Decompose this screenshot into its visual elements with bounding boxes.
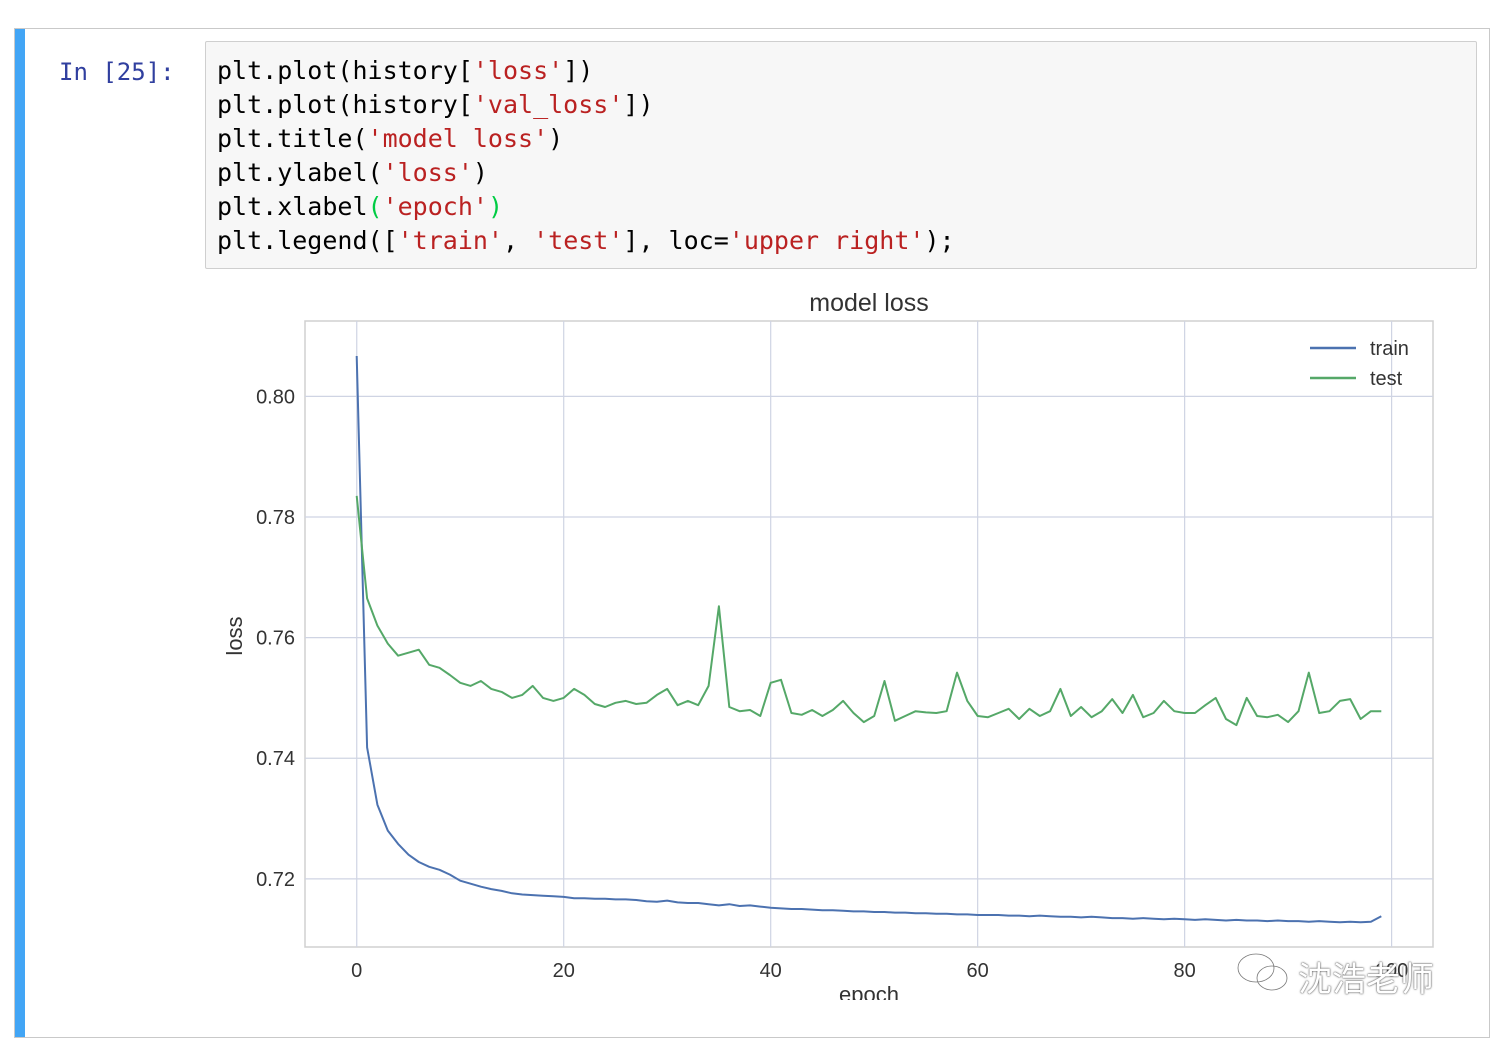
- code-token: ): [487, 192, 503, 221]
- y-tick-label: 0.76: [256, 628, 295, 650]
- code-token: plt.plot(history[: [217, 56, 473, 85]
- code-line: plt.xlabel('epoch'): [217, 190, 1465, 224]
- plot-area: [304, 320, 1434, 948]
- code-line: plt.ylabel('loss'): [217, 156, 1465, 190]
- x-tick-label: 0: [351, 960, 362, 982]
- cell-selection-bar: [15, 29, 25, 1037]
- x-tick-label: 80: [1174, 960, 1196, 982]
- y-axis-label: loss: [222, 616, 247, 655]
- chart-title: model loss: [809, 289, 929, 317]
- y-tick-labels: 0.72 0.74 0.76 0.78 0.80: [256, 386, 295, 890]
- code-string-token: 'val_loss': [472, 90, 624, 119]
- code-token: plt.ylabel(: [217, 158, 383, 187]
- watermark-text: 沈浩老师: [1298, 959, 1434, 1000]
- y-tick-label: 0.80: [256, 386, 295, 408]
- input-prompt: In [25]:: [59, 58, 175, 86]
- code-token: (: [367, 192, 383, 221]
- code-string-token: 'model loss': [367, 124, 549, 153]
- code-token: ]): [563, 56, 594, 85]
- code-token: ): [472, 158, 488, 187]
- x-tick-label: 20: [553, 960, 575, 982]
- code-line: plt.plot(history['loss']): [217, 54, 1465, 88]
- code-string-token: 'epoch': [382, 192, 488, 221]
- code-token: ): [548, 124, 564, 153]
- code-input-area[interactable]: plt.plot(history['loss']) plt.plot(histor…: [205, 41, 1477, 269]
- code-token: plt.title(: [217, 124, 368, 153]
- y-tick-label: 0.74: [256, 748, 295, 770]
- x-tick-label: 40: [760, 960, 782, 982]
- legend-label-train: train: [1370, 338, 1409, 360]
- x-tick-label: 60: [967, 960, 989, 982]
- code-token: plt.plot(history[: [217, 90, 473, 119]
- legend-label-test: test: [1370, 368, 1403, 390]
- loss-chart: 0 20 40 60 80 100 0.720.740.760.780.80 model …: [222, 289, 1434, 1007]
- code-string-token: 'loss': [472, 56, 564, 85]
- code-token: plt.xlabel: [217, 192, 368, 221]
- code-token: ]): [623, 90, 654, 119]
- x-axis-label: epoch: [839, 982, 899, 1000]
- code-line: plt.title('model loss'): [217, 122, 1465, 156]
- y-tick-label: 0.72: [256, 869, 295, 891]
- cell-output: 0 20 40 60 80 100 0.72 0.74 0.76 0.78 0.80 model …: [190, 250, 1470, 1007]
- wechat-icon: [1234, 950, 1292, 1003]
- code-string-token: 'loss': [382, 158, 473, 187]
- y-tick-label: 0.78: [256, 507, 295, 529]
- code-line: plt.plot(history['val_loss']): [217, 88, 1465, 122]
- watermark: 沈浩老师: [1234, 952, 1434, 1000]
